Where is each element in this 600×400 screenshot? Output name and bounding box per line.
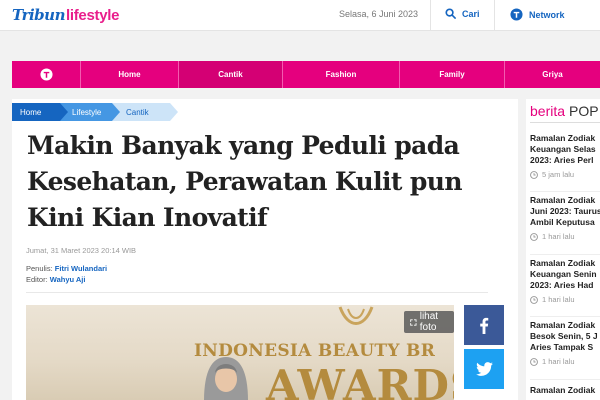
popular-title-line: Ambil Keputusa — [530, 217, 595, 227]
meta-divider — [26, 292, 488, 293]
sidebar-item-divider — [530, 316, 600, 317]
popular-title-line: Besok Senin, 5 J — [530, 331, 598, 341]
nav-item-home[interactable]: Home — [81, 61, 179, 88]
popular-title-line: 2023: Aries Had — [530, 280, 594, 290]
popular-item[interactable]: Ramalan Zodiak — [530, 385, 600, 396]
sidebar-item-divider — [530, 254, 600, 255]
popular-item[interactable]: Ramalan Zodiak Keuangan Selas 2023: Arie… — [530, 133, 600, 179]
popular-time: 1 hari lalu — [530, 232, 600, 241]
breadcrumb-label: Home — [20, 107, 42, 117]
top-bar: Tribun lifestyle Selasa, 6 Juni 2023 Car… — [0, 0, 600, 31]
publish-date: Jumat, 31 Maret 2023 20:14 WIB — [26, 246, 137, 255]
twitter-share-button[interactable] — [464, 349, 504, 389]
sidebar-item-divider — [530, 379, 600, 380]
editor-link[interactable]: Wahyu Aji — [50, 275, 86, 284]
popular-sidebar: berita POP Ramalan Zodiak Keuangan Selas … — [526, 99, 600, 400]
popular-title-line: Ramalan Zodiak — [530, 258, 596, 268]
article-title: Makin Banyak yang Peduli pada Kesehatan,… — [27, 131, 463, 232]
sidebar-item-divider — [530, 191, 600, 192]
popular-title-line: Keuangan Selas — [530, 144, 596, 154]
breadcrumb: Home Lifestyle Cantik — [12, 103, 178, 121]
nav-item-fashion[interactable]: Fashion — [283, 61, 400, 88]
current-date: Selasa, 6 Juni 2023 — [339, 9, 419, 19]
nav-home-logo[interactable] — [12, 61, 81, 88]
main-nav: Home Cantik Fashion Family Griya — [12, 61, 600, 88]
sidebar-divider — [530, 122, 600, 123]
popular-title-line: Ramalan Zodiak — [530, 133, 596, 143]
popular-title-line: Aries Tampak S — [530, 342, 594, 352]
writer-label: Penulis: — [26, 264, 53, 273]
popular-time: 5 jam lalu — [530, 170, 600, 179]
popular-time-label: 1 hari lalu — [542, 232, 575, 241]
editor-label: Editor: — [26, 275, 48, 284]
popular-title-line: Ramalan Zodiak — [530, 320, 596, 330]
breadcrumb-label: Cantik — [126, 107, 149, 117]
expand-icon — [410, 318, 417, 326]
clock-icon — [530, 357, 538, 366]
sidebar-heading-popular: POP — [569, 103, 599, 119]
breadcrumb-label: Lifestyle — [72, 107, 102, 117]
popular-title-line: Ramalan Zodiak — [530, 385, 596, 395]
nav-label: Family — [439, 70, 465, 79]
divider — [430, 0, 431, 31]
popular-time-label: 1 hari lalu — [542, 357, 575, 366]
nav-label: Cantik — [218, 70, 243, 79]
awards-logo-mark — [338, 306, 374, 325]
popular-item[interactable]: Ramalan Zodiak Juni 2023: Taurus Ambil K… — [530, 195, 600, 241]
article-main: Home Lifestyle Cantik Makin Banyak yang … — [12, 99, 518, 400]
popular-item[interactable]: Ramalan Zodiak Keuangan Senin 2023: Arie… — [530, 258, 600, 304]
popular-time: 1 hari lalu — [530, 295, 600, 304]
search-button[interactable]: Cari — [445, 8, 480, 19]
search-icon — [445, 8, 456, 19]
editor-line: Editor: Wahyu Aji — [26, 275, 85, 284]
network-button[interactable]: Network — [510, 8, 565, 21]
popular-title-line: Juni 2023: Taurus — [530, 206, 600, 216]
popular-time-label: 5 jam lalu — [542, 170, 575, 179]
sidebar-heading-berita: berita — [530, 103, 566, 119]
popular-time-label: 1 hari lalu — [542, 295, 575, 304]
popular-time: 1 hari lalu — [530, 357, 600, 366]
writer-line: Penulis: Fitri Wulandari — [26, 264, 107, 273]
nav-item-griya[interactable]: Griya — [505, 61, 600, 88]
twitter-icon — [475, 362, 493, 376]
home-logo-icon — [39, 68, 53, 81]
popular-item[interactable]: Ramalan Zodiak Besok Senin, 5 J Aries Ta… — [530, 320, 600, 366]
divider — [494, 0, 495, 31]
view-photo-button[interactable]: lihat foto — [404, 311, 454, 333]
search-label: Cari — [462, 8, 480, 19]
popular-title-line: Ramalan Zodiak — [530, 195, 596, 205]
nav-item-family[interactable]: Family — [400, 61, 505, 88]
writer-link[interactable]: Fitri Wulandari — [55, 264, 107, 273]
network-label: Network — [529, 9, 565, 20]
clock-icon — [530, 295, 538, 304]
popular-title-line: Keuangan Senin — [530, 269, 597, 279]
breadcrumb-home[interactable]: Home — [12, 103, 68, 121]
photo-caption-text: AWARDS — [266, 361, 454, 400]
view-photo-label: lihat foto — [419, 311, 439, 333]
clock-icon — [530, 170, 538, 179]
nav-label: Fashion — [325, 70, 357, 79]
nav-item-cantik[interactable]: Cantik — [179, 61, 283, 88]
article-photo[interactable]: INDONESIA BEAUTY BR AWARDS lihat foto — [26, 305, 454, 400]
sidebar-heading: berita POP — [530, 103, 599, 119]
nav-label: Home — [118, 70, 141, 79]
facebook-share-button[interactable] — [464, 305, 504, 345]
nav-label: Griya — [542, 70, 563, 79]
site-logo[interactable]: Tribun lifestyle — [12, 5, 119, 25]
popular-title-line: 2023: Aries Perl — [530, 155, 594, 165]
logo-lifestyle-text: lifestyle — [65, 6, 120, 24]
logo-tribun-text: Tribun — [12, 6, 65, 24]
photo-caption-text: INDONESIA BEAUTY BR — [194, 341, 436, 361]
facebook-icon — [480, 317, 489, 334]
page: Tribun lifestyle Selasa, 6 Juni 2023 Car… — [0, 0, 600, 400]
network-icon — [510, 8, 523, 21]
breadcrumb-cantik[interactable]: Cantik — [112, 103, 178, 121]
clock-icon — [530, 232, 538, 241]
